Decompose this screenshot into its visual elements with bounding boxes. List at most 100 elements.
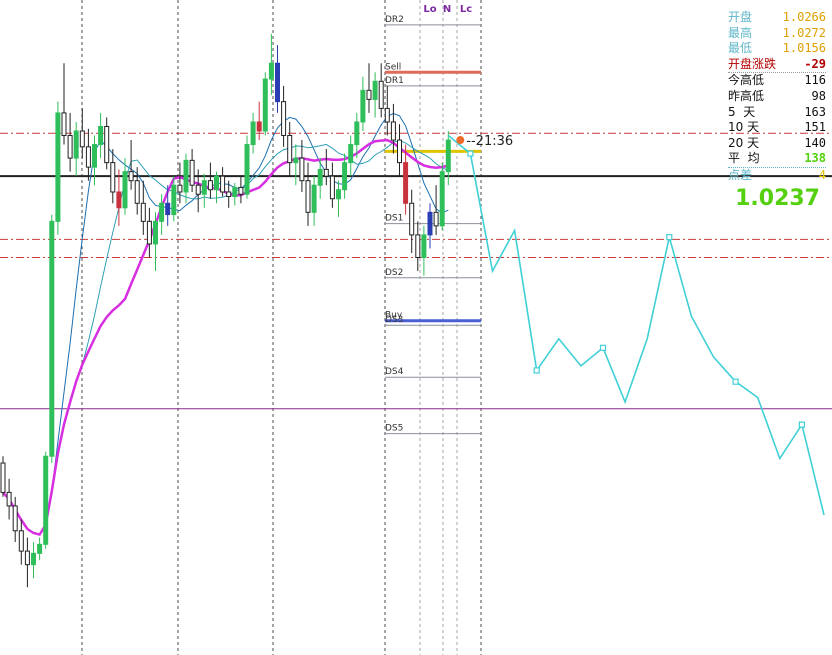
info-high-row: 最高 1.0272 xyxy=(728,26,826,42)
candle-body xyxy=(146,220,152,245)
candle-body xyxy=(360,89,366,123)
candle-body xyxy=(183,159,189,193)
candle-body xyxy=(317,168,323,186)
countdown-label: --21:36 xyxy=(466,134,513,149)
candle-body xyxy=(348,144,354,164)
info-change-row: 开盘涨跌 -29 xyxy=(728,57,826,74)
pivot-level-label: DS2 xyxy=(385,268,403,278)
info-range-row-2: 5 天 163 xyxy=(728,105,826,121)
candle-body xyxy=(244,144,250,195)
candle-body xyxy=(445,139,451,173)
current-price-marker: --21:36 xyxy=(456,134,513,149)
candle-body xyxy=(281,101,287,137)
pivot-level-label: DS3 xyxy=(385,315,403,325)
candle-body xyxy=(0,462,6,493)
info-range-row-0: 今高低 116 xyxy=(728,73,826,89)
candle-body xyxy=(43,455,49,545)
candle-body xyxy=(128,171,134,182)
info-open-value: 1.0266 xyxy=(782,10,826,24)
candle-body xyxy=(92,144,97,168)
candle-body xyxy=(287,135,293,164)
session-markers: Lo N Lc xyxy=(423,4,472,15)
candle-body xyxy=(6,491,12,507)
info-open-label: 开盘 xyxy=(728,10,753,24)
candle-body xyxy=(116,191,122,209)
candle-body xyxy=(232,186,238,197)
session-marker: Lc xyxy=(460,4,472,15)
pivot-level-label: Sell xyxy=(385,62,401,72)
candle-body xyxy=(110,162,116,193)
projection-point xyxy=(798,421,806,428)
info-range-row-4: 20 天 140 xyxy=(728,136,826,152)
candle-body xyxy=(134,180,140,204)
candle-body xyxy=(195,184,201,195)
info-open-row: 开盘 1.0266 xyxy=(728,10,826,26)
pivot-level-label: DR1 xyxy=(385,76,404,86)
candle-body xyxy=(31,552,36,566)
price-chart: DR2SellDR1DS1DS2BuyDS3DS4DS5 Lo N Lc --21:… xyxy=(0,0,832,655)
candle-body xyxy=(311,184,317,213)
candle-body xyxy=(201,180,207,195)
candle-body xyxy=(293,157,299,164)
candle-body xyxy=(214,175,219,191)
candle-body xyxy=(372,80,378,100)
candle-body xyxy=(37,543,43,554)
pivot-level-label: DR2 xyxy=(385,15,404,25)
pivot-level-label: DS4 xyxy=(385,367,404,377)
candle-body xyxy=(122,171,128,209)
info-range-label: 20 天 xyxy=(728,135,760,150)
moving-average-line xyxy=(2,138,449,537)
info-range-label: 5 天 xyxy=(728,104,756,119)
candle-body xyxy=(18,530,24,552)
moving-average-line xyxy=(2,139,449,536)
candle-body xyxy=(342,162,348,191)
candle-body xyxy=(275,62,280,103)
candle-body xyxy=(256,121,262,132)
projection-point xyxy=(666,234,673,241)
session-marker: Lo xyxy=(423,4,436,15)
projection-point xyxy=(467,150,474,157)
candle-body xyxy=(378,80,384,109)
pivot-level-label: DS5 xyxy=(385,424,403,434)
candle-body xyxy=(397,139,402,164)
projection-point xyxy=(732,378,739,385)
candle-body xyxy=(268,62,274,80)
candle-body xyxy=(153,220,158,245)
candle-body xyxy=(61,112,67,137)
candle-body xyxy=(305,180,311,213)
info-range-value: 163 xyxy=(804,104,826,119)
session-marker: N xyxy=(443,4,451,15)
candle-body xyxy=(390,121,396,141)
candle-body xyxy=(329,175,335,200)
candle-body xyxy=(189,159,195,186)
info-range-row-3: 10 天 151 xyxy=(728,120,826,136)
candle-body xyxy=(439,171,445,227)
candle-body xyxy=(177,184,183,193)
info-avg-label: 平 均 xyxy=(728,151,760,166)
projection-point xyxy=(599,344,607,351)
candle-body xyxy=(433,211,439,227)
info-low-value: 1.0156 xyxy=(782,41,826,56)
info-spread-value: 4 xyxy=(818,167,826,182)
candle-body xyxy=(85,146,91,168)
vertical-gridlines xyxy=(81,0,482,655)
candle-body xyxy=(238,186,244,195)
candle-body xyxy=(354,121,360,146)
candle-body xyxy=(220,175,226,193)
info-range-row-1: 昨高低 98 xyxy=(728,89,826,105)
info-low-label: 最低 xyxy=(728,41,753,56)
candle-body xyxy=(24,550,30,566)
candle-body xyxy=(299,157,305,182)
info-high-value: 1.0272 xyxy=(782,25,826,40)
candle-body xyxy=(250,121,256,146)
info-range-value: 98 xyxy=(811,88,826,103)
candle-body xyxy=(98,125,104,146)
candles xyxy=(0,33,451,588)
candle-body xyxy=(409,202,415,236)
pivot-level-label: DS1 xyxy=(385,214,403,224)
candle-body xyxy=(171,184,177,216)
info-avg-row: 平 均 138 xyxy=(728,151,826,168)
candle-body xyxy=(79,130,85,148)
candle-body xyxy=(49,220,55,457)
candle-body xyxy=(104,125,110,164)
